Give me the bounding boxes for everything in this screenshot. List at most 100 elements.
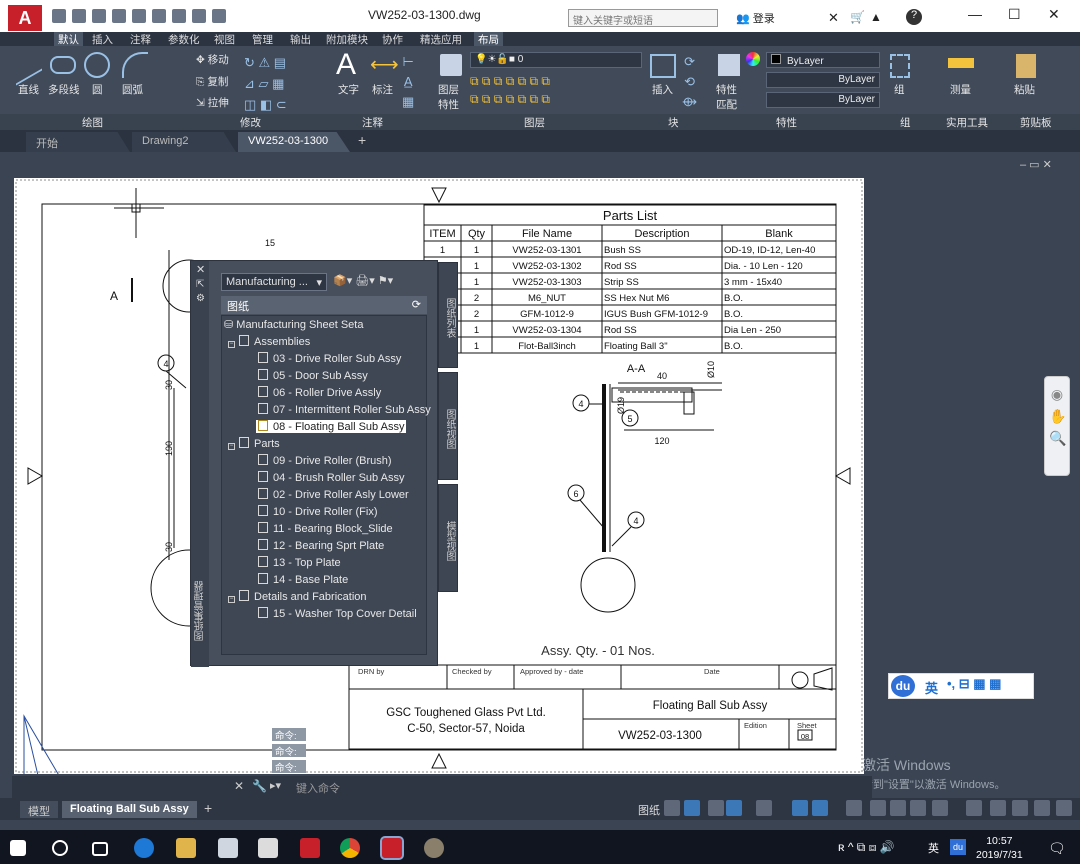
isolate-icon[interactable] — [1012, 800, 1028, 816]
sheet-item[interactable]: 13 - Top Plate — [258, 556, 341, 569]
search-input[interactable]: 键入关键字或短语 — [568, 9, 718, 27]
nav-icons[interactable]: ◉ ✋ 🔍 — [1049, 383, 1066, 449]
sheet-item[interactable]: 10 - Drive Roller (Fix) — [258, 505, 378, 518]
panel-close-icon[interactable]: ✕ — [196, 263, 205, 276]
match-properties-button[interactable]: 特性 匹配 — [716, 82, 737, 112]
triangle-icon[interactable]: ▲ — [870, 10, 882, 24]
sheet-item[interactable]: 15 - Washer Top Cover Detail — [258, 607, 417, 620]
tree-group-assemblies[interactable]: − Assemblies — [228, 335, 310, 348]
navigation-bar[interactable]: ◉ ✋ 🔍 — [1044, 376, 1070, 476]
group-utilities[interactable]: 实用工具 — [946, 115, 988, 130]
vtab-model-views[interactable]: 模型视图 — [438, 484, 458, 592]
tray-icons[interactable]: ʀ ^ ⧉ ⧈ 🔊 — [838, 840, 895, 855]
group-clipboard[interactable]: 剪贴板 — [1020, 115, 1052, 130]
selection-cycling-icon[interactable] — [870, 800, 886, 816]
notification-icon[interactable]: 🗨 — [1048, 840, 1066, 857]
lineweight-icon[interactable] — [812, 800, 828, 816]
tab-view[interactable]: 视图 — [214, 32, 235, 47]
sheet-item[interactable]: 11 - Bearing Block_Slide — [258, 522, 393, 535]
login-link[interactable]: 👥 登录 — [736, 10, 775, 26]
sheet-item[interactable]: 03 - Drive Roller Sub Assy — [258, 352, 401, 365]
annotation-visibility-icon[interactable] — [910, 800, 926, 816]
annotation-monitor-icon[interactable] — [966, 800, 982, 816]
sheet-item[interactable]: 09 - Drive Roller (Brush) — [258, 454, 392, 467]
layer-tools[interactable]: ⧉ ⧉ ⧉ ⧉ ⧉ ⧉ ⧉ ⧉ ⧉ ⧉ ⧉ ⧉ ⧉ ⧉ — [470, 72, 550, 108]
doc-tab-active[interactable]: VW252-03-1300 — [238, 132, 350, 152]
undo-icon[interactable] — [192, 9, 206, 23]
vtab-sheet-list[interactable]: 图纸列表 — [438, 262, 458, 368]
doc-tab-start[interactable]: 开始 — [26, 132, 130, 152]
otrack-icon[interactable] — [792, 800, 808, 816]
windows-start-icon[interactable] — [10, 840, 26, 856]
tab-layout[interactable]: 布局 — [474, 32, 503, 47]
tray-du-icon[interactable]: du — [950, 839, 966, 855]
cloud-icon-2[interactable] — [152, 9, 166, 23]
arc-button[interactable]: 圆弧 — [122, 82, 143, 97]
group-modify[interactable]: 修改 — [240, 115, 261, 130]
edge-icon[interactable] — [134, 838, 154, 858]
dimension-button[interactable]: 标注 — [372, 82, 393, 97]
circle-button[interactable]: 圆 — [92, 82, 103, 97]
doc-tab-drawing2[interactable]: Drawing2 — [132, 132, 236, 152]
store-icon[interactable] — [218, 838, 238, 858]
help-icon[interactable]: ? — [906, 9, 922, 25]
cmd-recent-icon[interactable]: ▸▾ — [270, 779, 281, 792]
save-icon[interactable] — [92, 9, 106, 23]
tab-collaborate[interactable]: 协作 — [382, 32, 403, 47]
paper-space-toggle[interactable]: 图纸 — [638, 802, 660, 818]
tab-output[interactable]: 输出 — [290, 32, 311, 47]
cmd-close-icon[interactable]: ✕ — [234, 779, 244, 793]
sheet-item[interactable]: 07 - Intermittent Roller Sub Assy — [258, 403, 431, 416]
annotate-tools[interactable]: ⊢ A̲ ▦ — [402, 52, 414, 112]
tree-group-details[interactable]: − Details and Fabrication — [228, 590, 367, 603]
group-annotate[interactable]: 注释 — [362, 115, 383, 130]
refresh-icon[interactable]: ⟳ — [412, 298, 421, 311]
ime-lang[interactable]: 英 — [925, 678, 938, 697]
group-layers[interactable]: 图层 — [524, 115, 545, 130]
block-tools[interactable]: ⟳ ⟲ ⟴ — [682, 52, 697, 112]
group-block[interactable]: 块 — [668, 115, 679, 130]
modify-tools[interactable]: ↻ ⚠ ▤ ⊿ ▱ ▦ ◫ ◧ ⊂ — [244, 52, 287, 115]
stretch-button[interactable]: ⇲ 拉伸 — [196, 95, 229, 110]
osnap-icon[interactable] — [756, 800, 772, 816]
tab-manage[interactable]: 管理 — [252, 32, 273, 47]
copy-button[interactable]: ⎘ 复制 — [196, 74, 228, 89]
linetype-combo[interactable]: ByLayer — [766, 72, 880, 88]
group-properties[interactable]: 特性 — [776, 115, 797, 130]
tab-addins[interactable]: 附加模块 — [326, 32, 368, 47]
sheet-item[interactable]: 12 - Bearing Sprt Plate — [258, 539, 384, 552]
panel-settings-icon[interactable]: ⚙ — [196, 293, 205, 304]
tree-group-parts[interactable]: − Parts — [228, 437, 280, 450]
autocad-active-icon[interactable] — [380, 836, 404, 860]
redo-icon[interactable] — [212, 9, 226, 23]
group-draw[interactable]: 绘图 — [82, 115, 103, 130]
snap-icon[interactable] — [684, 800, 700, 816]
explorer-icon[interactable] — [176, 838, 196, 858]
task-view-icon[interactable] — [92, 842, 108, 856]
close-x-icon[interactable]: ✕ — [828, 10, 839, 26]
autocad-icon[interactable] — [300, 838, 320, 858]
viewport-controls[interactable]: – ▭ ✕ — [1020, 158, 1052, 171]
tray-lang[interactable]: 英 — [928, 840, 939, 856]
sheet-set-combo[interactable]: Manufacturing ... ▾ — [221, 273, 327, 291]
ime-tools[interactable]: •, ⊟ ▦ ▦ — [947, 676, 1001, 692]
polyline-button[interactable]: 多段线 — [48, 82, 80, 97]
tab-parametric[interactable]: 参数化 — [168, 32, 200, 47]
sheet-item[interactable]: 02 - Drive Roller Asly Lower — [258, 488, 409, 501]
line-button[interactable]: 直线 — [18, 82, 39, 97]
close-button[interactable]: ✕ — [1048, 6, 1060, 23]
group-button[interactable]: 组 — [894, 82, 905, 97]
sheet-item[interactable]: 04 - Brush Roller Sub Assy — [258, 471, 404, 484]
layer-combo[interactable]: 💡☀🔓■ 0 — [470, 52, 642, 68]
minimize-button[interactable]: — — [968, 6, 982, 22]
annotation-scale-icon[interactable] — [890, 800, 906, 816]
panel-tools[interactable]: 📦▾ 🖨▾ ⚑▾ — [333, 274, 393, 287]
new-icon[interactable] — [52, 9, 66, 23]
tab-annotate[interactable]: 注释 — [130, 32, 151, 47]
move-button[interactable]: ✥ 移动 — [196, 52, 229, 67]
add-layout-icon[interactable]: + — [204, 800, 212, 816]
cloud-icon[interactable] — [132, 9, 146, 23]
color-combo[interactable]: ByLayer — [766, 52, 880, 68]
clock[interactable]: 10:57 2019/7/31 — [976, 834, 1023, 862]
sheet-item[interactable]: 05 - Door Sub Assy — [258, 369, 368, 382]
